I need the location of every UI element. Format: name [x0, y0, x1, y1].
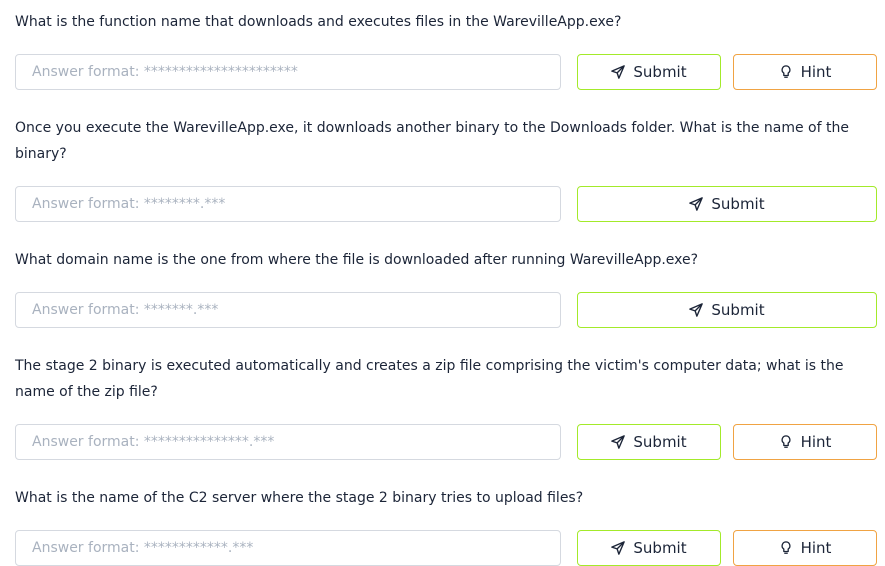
- submit-button[interactable]: Submit: [577, 530, 721, 566]
- submit-button[interactable]: Submit: [577, 424, 721, 460]
- answer-input[interactable]: [15, 424, 561, 460]
- question-text: What is the function name that downloads…: [15, 14, 622, 30]
- submit-label: Submit: [633, 539, 687, 557]
- hint-button[interactable]: Hint: [733, 54, 877, 90]
- paper-plane-icon: [611, 65, 626, 79]
- question-text: What is the name of the C2 server where …: [15, 490, 584, 506]
- lightbulb-icon: [779, 65, 793, 79]
- paper-plane-icon: [611, 435, 626, 449]
- lightbulb-icon: [779, 541, 793, 555]
- answer-input[interactable]: [15, 54, 561, 90]
- submit-button[interactable]: Submit: [577, 54, 721, 90]
- paper-plane-icon: [689, 197, 704, 211]
- submit-label: Submit: [633, 433, 687, 451]
- question-list: What is the function name that downloads…: [15, 0, 877, 566]
- answer-row: Submit: [15, 186, 877, 222]
- question-text: Once you execute the WarevilleApp.exe, i…: [15, 120, 849, 162]
- answer-row: Submit Hint: [15, 54, 877, 90]
- question-text: The stage 2 binary is executed automatic…: [15, 358, 844, 400]
- answer-input[interactable]: [15, 292, 561, 328]
- submit-button[interactable]: Submit: [577, 186, 877, 222]
- hint-label: Hint: [800, 539, 832, 557]
- submit-label: Submit: [633, 63, 687, 81]
- submit-label: Submit: [711, 301, 765, 319]
- answer-row: Submit Hint: [15, 530, 877, 566]
- submit-label: Submit: [711, 195, 765, 213]
- hint-button[interactable]: Hint: [733, 530, 877, 566]
- hint-button[interactable]: Hint: [733, 424, 877, 460]
- answer-row: Submit: [15, 292, 877, 328]
- paper-plane-icon: [689, 303, 704, 317]
- answer-input[interactable]: [15, 186, 561, 222]
- submit-button[interactable]: Submit: [577, 292, 877, 328]
- hint-label: Hint: [800, 433, 832, 451]
- answer-row: Submit Hint: [15, 424, 877, 460]
- question-text: What domain name is the one from where t…: [15, 252, 699, 268]
- lightbulb-icon: [779, 435, 793, 449]
- answer-input[interactable]: [15, 530, 561, 566]
- paper-plane-icon: [611, 541, 626, 555]
- hint-label: Hint: [800, 63, 832, 81]
